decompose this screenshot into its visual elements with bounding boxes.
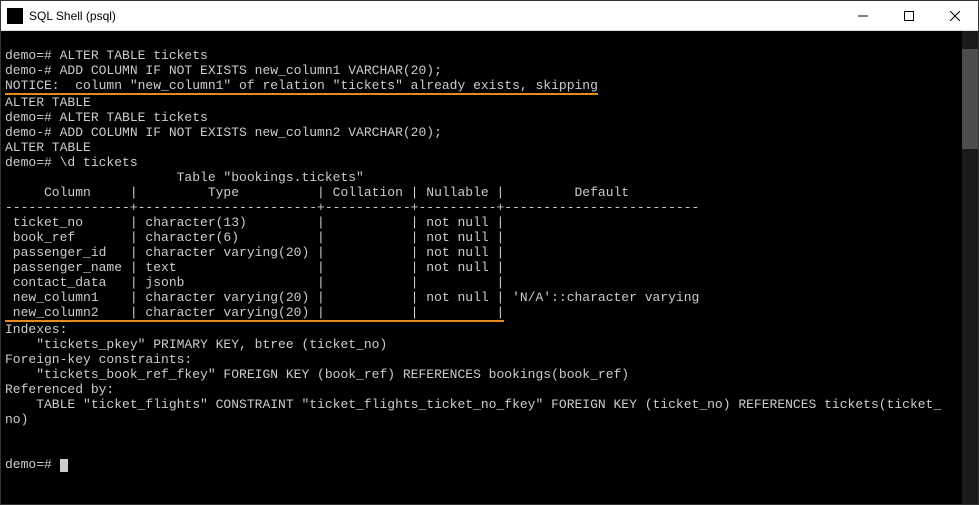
fk-header: Foreign-key constraints: (5, 352, 192, 367)
titlebar: SQL Shell (psql) (1, 1, 978, 31)
maximize-button[interactable] (886, 1, 932, 30)
terminal-line: demo=# \d tickets (5, 155, 138, 170)
fk-entry: "tickets_book_ref_fkey" FOREIGN KEY (boo… (5, 367, 629, 382)
table-row: passenger_id | character varying(20) | |… (5, 245, 504, 260)
terminal-output[interactable]: demo=# ALTER TABLE tickets demo-# ADD CO… (1, 31, 978, 504)
terminal-line: demo=# ALTER TABLE tickets (5, 48, 208, 63)
table-row: book_ref | character(6) | | not null | (5, 230, 504, 245)
table-row: ticket_no | character(13) | | not null | (5, 215, 504, 230)
refby-header: Referenced by: (5, 382, 114, 397)
maximize-icon (904, 11, 914, 21)
close-button[interactable] (932, 1, 978, 30)
table-title: Table "bookings.tickets" (5, 170, 364, 185)
terminal-line: ALTER TABLE (5, 95, 91, 110)
refby-entry-cont: no) (5, 412, 28, 427)
refby-entry: TABLE "ticket_flights" CONSTRAINT "ticke… (5, 397, 941, 412)
terminal-line: demo=# ALTER TABLE tickets (5, 110, 208, 125)
app-icon (7, 8, 23, 24)
terminal-line: ALTER TABLE (5, 140, 91, 155)
table-divider: ----------------+-----------------------… (5, 200, 699, 215)
terminal-line: demo-# ADD COLUMN IF NOT EXISTS new_colu… (5, 63, 442, 78)
window-title: SQL Shell (psql) (29, 9, 840, 23)
index-entry: "tickets_pkey" PRIMARY KEY, btree (ticke… (5, 337, 387, 352)
terminal-line: demo-# ADD COLUMN IF NOT EXISTS new_colu… (5, 125, 442, 140)
table-header: Column | Type | Collation | Nullable | D… (5, 185, 629, 200)
scrollbar-track[interactable] (962, 31, 978, 504)
cursor (60, 459, 68, 472)
indexes-header: Indexes: (5, 322, 67, 337)
minimize-icon (858, 11, 868, 21)
prompt: demo=# (5, 457, 60, 472)
close-icon (950, 11, 960, 21)
table-row: contact_data | jsonb | | | (5, 275, 504, 290)
table-row-highlighted: new_column2 | character varying(20) | | … (5, 305, 504, 322)
scrollbar-thumb[interactable] (962, 49, 978, 149)
table-row: new_column1 | character varying(20) | | … (5, 290, 699, 305)
window-controls (840, 1, 978, 30)
table-row: passenger_name | text | | not null | (5, 260, 504, 275)
notice-line-highlighted: NOTICE: column "new_column1" of relation… (5, 78, 598, 95)
minimize-button[interactable] (840, 1, 886, 30)
